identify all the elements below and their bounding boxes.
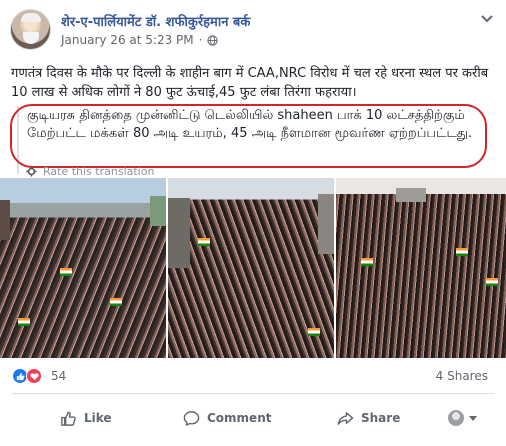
post-meta: January 26 at 5:23 PM ·	[61, 33, 219, 47]
like-button[interactable]: Like	[60, 404, 112, 432]
share-arrow-icon	[337, 411, 354, 425]
share-button[interactable]: Share	[337, 404, 400, 432]
rate-translation[interactable]: Rate this translation	[26, 165, 154, 178]
crowd-photo-2[interactable]	[168, 178, 334, 358]
share-count[interactable]: 4 Shares	[436, 369, 488, 383]
thumbs-up-icon	[61, 411, 76, 426]
share-label: Share	[361, 411, 401, 425]
reaction-count[interactable]: 54	[51, 369, 66, 383]
comment-button[interactable]: Comment	[183, 404, 271, 432]
divider	[12, 393, 494, 394]
rate-translation-label[interactable]: Rate this translation	[43, 165, 154, 178]
post-timestamp[interactable]: January 26 at 5:23 PM	[61, 33, 194, 47]
like-label: Like	[84, 411, 112, 425]
crowd-photo-3[interactable]	[336, 178, 506, 358]
chevron-down-icon[interactable]	[480, 14, 494, 24]
gear-icon	[26, 166, 37, 177]
caret-down-icon	[469, 415, 477, 421]
highlight-annotation	[10, 104, 487, 168]
reactions-bar: 54 4 Shares	[0, 362, 506, 390]
love-reaction-icon[interactable]	[26, 368, 42, 384]
avatar	[448, 410, 464, 426]
meta-separator: ·	[198, 33, 203, 47]
author-name[interactable]: शेर-ए-पार्लियामेंट डॉ. शफीकुर्रहमान बर्क	[61, 12, 250, 30]
globe-icon[interactable]	[207, 34, 219, 46]
author-avatar[interactable]	[10, 9, 51, 50]
photo-grid	[0, 178, 506, 358]
comment-label: Comment	[207, 411, 272, 425]
comment-icon	[183, 410, 200, 426]
post-text: गणतंत्र दिवस के मौके पर दिल्ली के शाहीन …	[11, 66, 489, 100]
react-as-selector[interactable]	[448, 404, 477, 432]
post-header: शेर-ए-पार्लियामेंट डॉ. शफीकुर्रहमान बर्क…	[0, 0, 506, 62]
crowd-photo-1[interactable]	[0, 178, 166, 358]
action-bar: Like Comment Share	[0, 396, 506, 440]
